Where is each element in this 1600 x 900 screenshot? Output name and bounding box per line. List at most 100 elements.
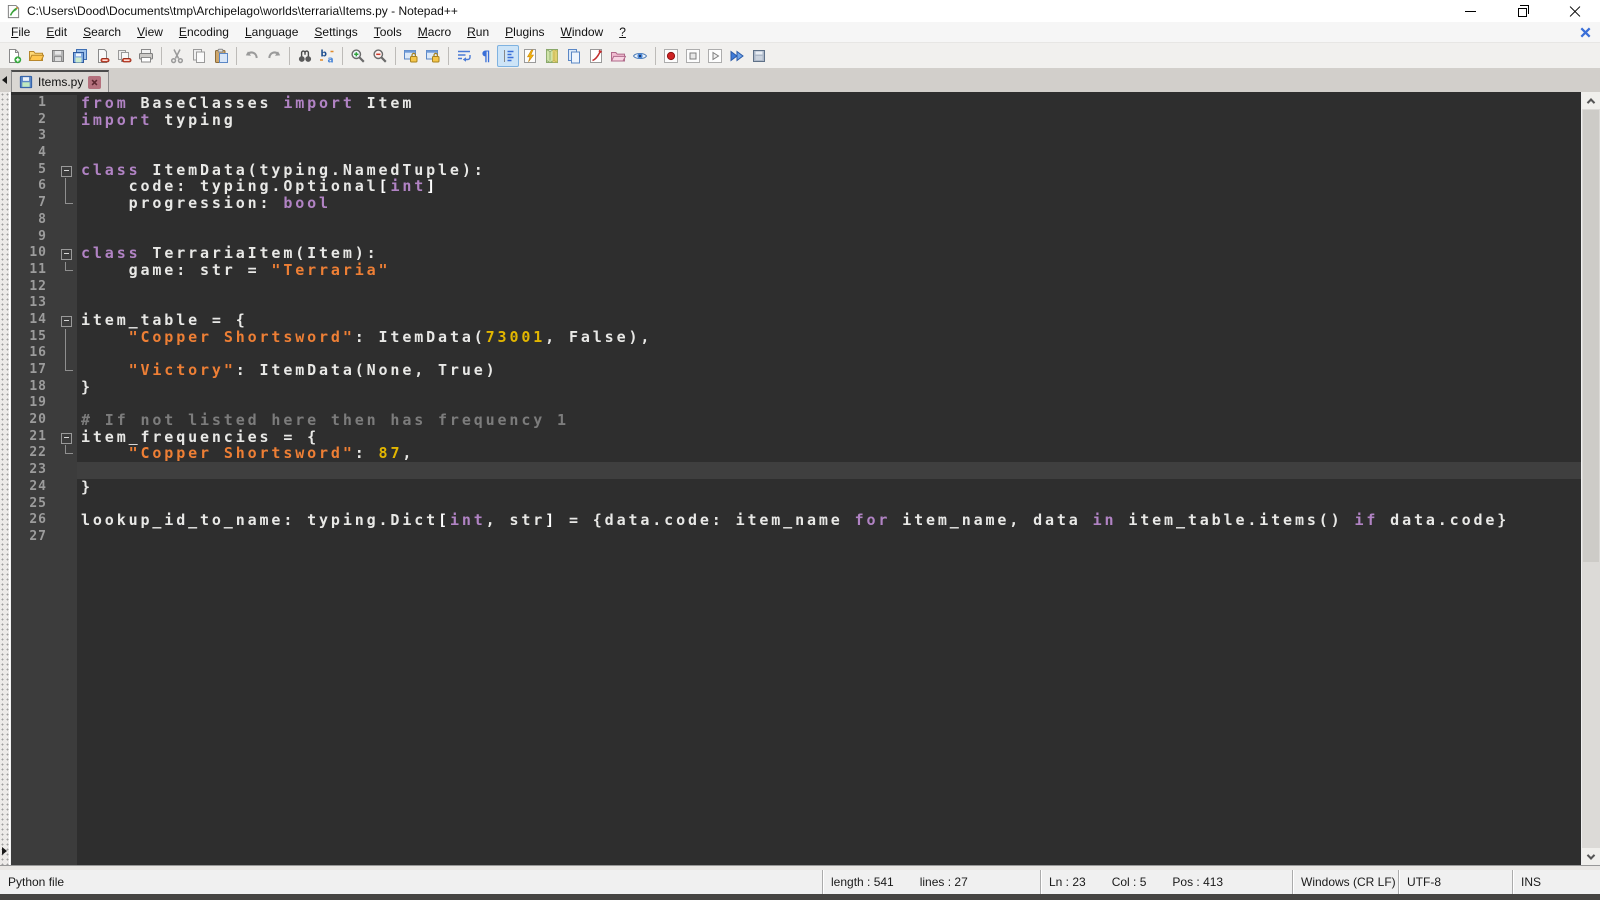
indent-guide-icon[interactable] (497, 45, 519, 67)
line-number: 23 (11, 462, 57, 479)
close-all-icon[interactable] (113, 45, 135, 67)
cut-icon[interactable] (166, 45, 188, 67)
macro-record-icon[interactable] (660, 45, 682, 67)
code-line: 17 "Victory": ItemData(None, True) (11, 362, 1581, 379)
toolbar-separator (289, 47, 290, 65)
code-text: class ItemData(typing.NamedTuple): (77, 162, 1581, 179)
close-button[interactable] (1548, 0, 1600, 22)
undo-icon[interactable] (241, 45, 263, 67)
zoom-out-icon[interactable] (369, 45, 391, 67)
toolbar-separator (342, 47, 343, 65)
open-icon[interactable] (25, 45, 47, 67)
code-line: 22 "Copper Shortsword": 87, (11, 445, 1581, 462)
code-text (77, 496, 1581, 513)
macro-stop-icon[interactable] (682, 45, 704, 67)
save-icon[interactable] (47, 45, 69, 67)
menu-item-encoding[interactable]: Encoding (171, 22, 237, 42)
fold-margin (57, 479, 77, 496)
redo-icon[interactable] (263, 45, 285, 67)
vertical-scrollbar[interactable] (1581, 92, 1600, 865)
status-eol-format[interactable]: Windows (CR LF) (1292, 870, 1398, 894)
menu-item-window[interactable]: Window (553, 22, 612, 42)
menu-item-run[interactable]: Run (459, 22, 497, 42)
new-file-icon[interactable] (3, 45, 25, 67)
zoom-in-icon[interactable] (347, 45, 369, 67)
fold-collapse-icon[interactable] (57, 245, 77, 262)
code-line: 26lookup_id_to_name: typing.Dict[int, st… (11, 512, 1581, 529)
menu-item-edit[interactable]: Edit (38, 22, 75, 42)
show-all-characters-icon[interactable]: ¶ (475, 45, 497, 67)
menu-item-plugins[interactable]: Plugins (497, 22, 552, 42)
menu-item-file[interactable]: File (3, 22, 38, 42)
code-line: 2import typing (11, 112, 1581, 129)
fold-margin (57, 546, 77, 865)
function-list-icon[interactable] (519, 45, 541, 67)
fold-collapse-icon[interactable] (57, 429, 77, 446)
sync-vertical-icon[interactable] (400, 45, 422, 67)
macro-run-multiple-icon[interactable] (726, 45, 748, 67)
toolbar-separator (161, 47, 162, 65)
tab-close-icon[interactable] (88, 76, 101, 89)
line-number: 7 (11, 195, 57, 212)
main-area: 1from BaseClasses import Item2import typ… (0, 92, 1600, 865)
fold-margin (57, 412, 77, 429)
copy-icon[interactable] (188, 45, 210, 67)
save-all-icon[interactable] (69, 45, 91, 67)
close-icon[interactable] (91, 45, 113, 67)
status-bar: Python file length : 541lines : 27 Ln : … (0, 870, 1600, 894)
menu-item-settings[interactable]: Settings (306, 22, 365, 42)
macro-play-icon[interactable] (704, 45, 726, 67)
paste-icon[interactable] (210, 45, 232, 67)
sync-horizontal-icon[interactable] (422, 45, 444, 67)
menu-item-view[interactable]: View (129, 22, 171, 42)
panel-collapse-left-icon[interactable] (2, 76, 7, 84)
code-line: 12 (11, 279, 1581, 296)
scroll-up-icon[interactable] (1582, 92, 1600, 109)
menu-item-help[interactable]: ? (611, 22, 634, 42)
saved-icon (19, 75, 33, 89)
panel-collapse-right-icon[interactable] (2, 847, 7, 855)
menu-item-language[interactable]: Language (237, 22, 306, 42)
fold-margin (57, 379, 77, 396)
minimize-button[interactable] (1444, 0, 1496, 22)
word-wrap-icon[interactable] (453, 45, 475, 67)
replace-icon[interactable]: ba (316, 45, 338, 67)
menu-item-macro[interactable]: Macro (410, 22, 459, 42)
code-line: 21item_frequencies = { (11, 429, 1581, 446)
code-text (77, 395, 1581, 412)
line-number: 6 (11, 178, 57, 195)
code-line: 5class ItemData(typing.NamedTuple): (11, 162, 1581, 179)
fold-collapse-icon[interactable] (57, 162, 77, 179)
macro-edit-icon[interactable] (585, 45, 607, 67)
toolbar: ba ¶ (0, 42, 1600, 68)
menu-item-search[interactable]: Search (75, 22, 129, 42)
document-map-icon[interactable] (541, 45, 563, 67)
tab-bar: Items.py (0, 68, 1600, 92)
macro-save-icon[interactable] (748, 45, 770, 67)
folder-as-workspace-icon[interactable] (607, 45, 629, 67)
dock-splitter[interactable] (0, 92, 10, 865)
find-icon[interactable] (294, 45, 316, 67)
status-encoding[interactable]: UTF-8 (1398, 870, 1512, 894)
document-close-button[interactable] (1579, 26, 1592, 39)
monitoring-icon[interactable] (629, 45, 651, 67)
menu-item-tools[interactable]: Tools (366, 22, 410, 42)
line-number: 1 (11, 95, 57, 112)
status-insert-mode[interactable]: INS (1512, 870, 1600, 894)
code-text (77, 462, 1581, 479)
line-number: 19 (11, 395, 57, 412)
tab-items-py[interactable]: Items.py (11, 70, 109, 92)
fold-collapse-icon[interactable] (57, 312, 77, 329)
restore-button[interactable] (1496, 0, 1548, 22)
document-list-icon[interactable] (563, 45, 585, 67)
scrollbar-thumb[interactable] (1583, 110, 1599, 562)
code-text (77, 279, 1581, 296)
code-line: 15 "Copper Shortsword": ItemData(73001, … (11, 329, 1581, 346)
code-line: 1from BaseClasses import Item (11, 95, 1581, 112)
title-bar: C:\Users\Dood\Documents\tmp\Archipelago\… (0, 0, 1600, 22)
scroll-down-icon[interactable] (1582, 848, 1600, 865)
code-text: game: str = "Terraria" (77, 262, 1581, 279)
toolbar-separator (236, 47, 237, 65)
print-icon[interactable] (135, 45, 157, 67)
editor[interactable]: 1from BaseClasses import Item2import typ… (10, 92, 1581, 865)
